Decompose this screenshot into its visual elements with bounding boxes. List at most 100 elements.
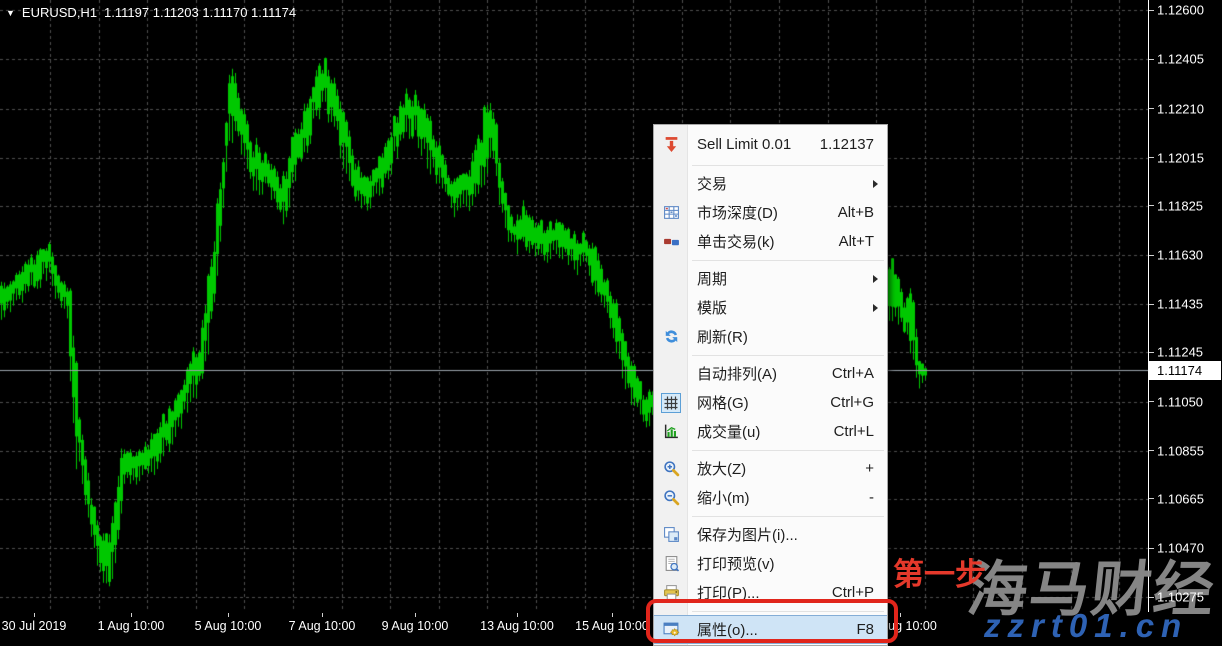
chart-ohlc-quotes: 1.11197 1.11203 1.11170 1.11174 bbox=[104, 5, 296, 20]
price-axis-tick bbox=[1149, 498, 1154, 499]
menu-item-shortcut: Ctrl+P bbox=[832, 584, 874, 601]
price-axis-label: 1.10470 bbox=[1157, 541, 1204, 556]
price-axis-tick bbox=[1149, 59, 1154, 60]
url-watermark: zzrt01.cn bbox=[984, 607, 1188, 645]
price-axis-tick bbox=[1149, 108, 1154, 109]
time-axis-tick bbox=[34, 613, 35, 617]
menu-item-label: 模版 bbox=[697, 297, 727, 318]
candlestick-chart-canvas[interactable] bbox=[0, 0, 1148, 612]
time-axis-tick bbox=[415, 613, 416, 617]
menu-item-shortcut: Ctrl+L bbox=[834, 423, 874, 440]
price-axis-tick bbox=[1149, 597, 1154, 598]
price-axis-label: 1.11435 bbox=[1157, 297, 1203, 312]
menu-item-sell-limit[interactable]: Sell Limit 0.01 1.12137 bbox=[654, 127, 887, 161]
properties-icon bbox=[661, 620, 681, 640]
menu-item-label: 打印(P)... bbox=[697, 582, 760, 603]
mt4-chart-window: ▼ EURUSD,H1 1.11197 1.11203 1.11170 1.11… bbox=[0, 0, 1222, 646]
menu-item-volume[interactable]: 成交量(u) Ctrl+L bbox=[654, 417, 887, 446]
price-axis-tick bbox=[1149, 352, 1154, 353]
price-axis-label: 1.12600 bbox=[1157, 3, 1204, 18]
price-axis-label: 1.12405 bbox=[1157, 52, 1204, 67]
time-axis-tick bbox=[900, 613, 901, 617]
price-axis-label: 1.11050 bbox=[1157, 394, 1203, 409]
zoom-in-icon bbox=[661, 459, 681, 479]
time-axis-tick bbox=[322, 613, 323, 617]
price-axis-tick bbox=[1149, 205, 1154, 206]
price-axis-label: 1.11245 bbox=[1157, 345, 1203, 360]
menu-item-zoom-in[interactable]: 放大(Z)+ bbox=[654, 454, 887, 483]
submenu-arrow-icon bbox=[873, 180, 878, 188]
menu-item-save-as-picture[interactable]: 保存为图片(i)... bbox=[654, 520, 887, 549]
menu-item-label: 市场深度(D) bbox=[697, 202, 778, 223]
price-axis-tick bbox=[1149, 401, 1154, 402]
chart-header: ▼ EURUSD,H1 1.11197 1.11203 1.11170 1.11… bbox=[6, 5, 296, 20]
price-axis-label: 1.11825 bbox=[1157, 198, 1203, 213]
price-axis-tick bbox=[1149, 10, 1154, 11]
menu-item-shortcut: Ctrl+G bbox=[830, 394, 874, 411]
menu-item-print-preview[interactable]: 打印预览(v) bbox=[654, 549, 887, 578]
time-axis-label: 13 Aug 10:00 bbox=[480, 619, 554, 633]
menu-item-template[interactable]: 模版 bbox=[654, 293, 887, 322]
menu-separator bbox=[654, 512, 887, 520]
menu-item-label: 单击交易(k) bbox=[697, 231, 775, 252]
menu-item-shortcut: 1.12137 bbox=[820, 136, 874, 153]
menu-item-refresh[interactable]: 刷新(R) bbox=[654, 322, 887, 351]
menu-item-label: 网格(G) bbox=[697, 392, 749, 413]
price-axis-tick bbox=[1149, 157, 1154, 158]
menu-item-shortcut: F8 bbox=[856, 621, 874, 638]
menu-item-period[interactable]: 周期 bbox=[654, 264, 887, 293]
menu-item-label: 缩小(m) bbox=[697, 487, 750, 508]
time-axis-label: 30 Jul 2019 bbox=[2, 619, 67, 633]
menu-item-zoom-out[interactable]: 缩小(m) - bbox=[654, 483, 887, 512]
chart-area[interactable]: ▼ EURUSD,H1 1.11197 1.11203 1.11170 1.11… bbox=[0, 0, 1149, 612]
menu-item-print[interactable]: 打印(P)... Ctrl+P bbox=[654, 578, 887, 607]
price-axis-tick bbox=[1149, 304, 1154, 305]
menu-item-label: 自动排列(A) bbox=[697, 363, 777, 384]
menu-item-label: 周期 bbox=[697, 268, 727, 289]
menu-item-grid[interactable]: 网格(G) Ctrl+G bbox=[654, 388, 887, 417]
dom-icon bbox=[661, 203, 681, 223]
menu-item-label: Sell Limit 0.01 bbox=[697, 136, 791, 153]
zoom-out-icon bbox=[661, 488, 681, 508]
print-preview-icon bbox=[661, 554, 681, 574]
menu-item-shortcut: Alt+T bbox=[839, 233, 874, 250]
one-click-icon bbox=[661, 232, 681, 252]
price-axis-label: 1.12210 bbox=[1157, 101, 1204, 116]
menu-item-auto-arrange[interactable]: 自动排列(A) Ctrl+A bbox=[654, 359, 887, 388]
menu-item-label: 刷新(R) bbox=[697, 326, 748, 347]
sell-limit-icon bbox=[661, 134, 681, 154]
chart-collapse-icon[interactable]: ▼ bbox=[6, 8, 15, 18]
menu-separator bbox=[654, 351, 887, 359]
menu-item-properties[interactable]: 属性(o)...F8 bbox=[654, 615, 887, 644]
menu-separator bbox=[654, 161, 887, 169]
time-axis-label: 9 Aug 10:00 bbox=[382, 619, 449, 633]
submenu-arrow-icon bbox=[873, 304, 878, 312]
time-axis-tick bbox=[612, 613, 613, 617]
time-axis-label: 15 Aug 10:00 bbox=[575, 619, 649, 633]
menu-item-shortcut: Ctrl+A bbox=[832, 365, 874, 382]
step-annotation: 第一步 bbox=[893, 549, 986, 594]
menu-item-label: 交易 bbox=[697, 173, 727, 194]
price-axis-label: 1.10275 bbox=[1157, 590, 1204, 605]
price-axis-label: 1.11630 bbox=[1157, 248, 1203, 263]
time-axis-label: 5 Aug 10:00 bbox=[195, 619, 262, 633]
menu-item-market-depth[interactable]: 市场深度(D) Alt+B bbox=[654, 198, 887, 227]
volume-icon bbox=[661, 422, 681, 442]
print-icon bbox=[661, 583, 681, 603]
menu-item-label: 成交量(u) bbox=[697, 421, 760, 442]
menu-item-shortcut: - bbox=[869, 489, 874, 506]
price-axis-tick bbox=[1149, 255, 1154, 256]
menu-separator bbox=[654, 446, 887, 454]
current-price-tag: 1.11174 bbox=[1149, 361, 1221, 380]
menu-item-label: 打印预览(v) bbox=[697, 553, 775, 574]
price-axis-label: 1.10855 bbox=[1157, 443, 1204, 458]
refresh-icon bbox=[661, 327, 681, 347]
price-axis-label: 1.12015 bbox=[1157, 150, 1204, 165]
menu-item-shortcut: + bbox=[865, 460, 874, 477]
price-axis[interactable]: 1.12600 1.12405 1.12210 1.12015 1.11825 1.116… bbox=[1149, 0, 1222, 612]
menu-item-trade[interactable]: 交易 bbox=[654, 169, 887, 198]
price-axis-label: 1.10665 bbox=[1157, 491, 1204, 506]
menu-separator bbox=[654, 607, 887, 615]
menu-item-shortcut: Alt+B bbox=[838, 204, 874, 221]
menu-item-one-click-trading[interactable]: 单击交易(k) Alt+T bbox=[654, 227, 887, 256]
